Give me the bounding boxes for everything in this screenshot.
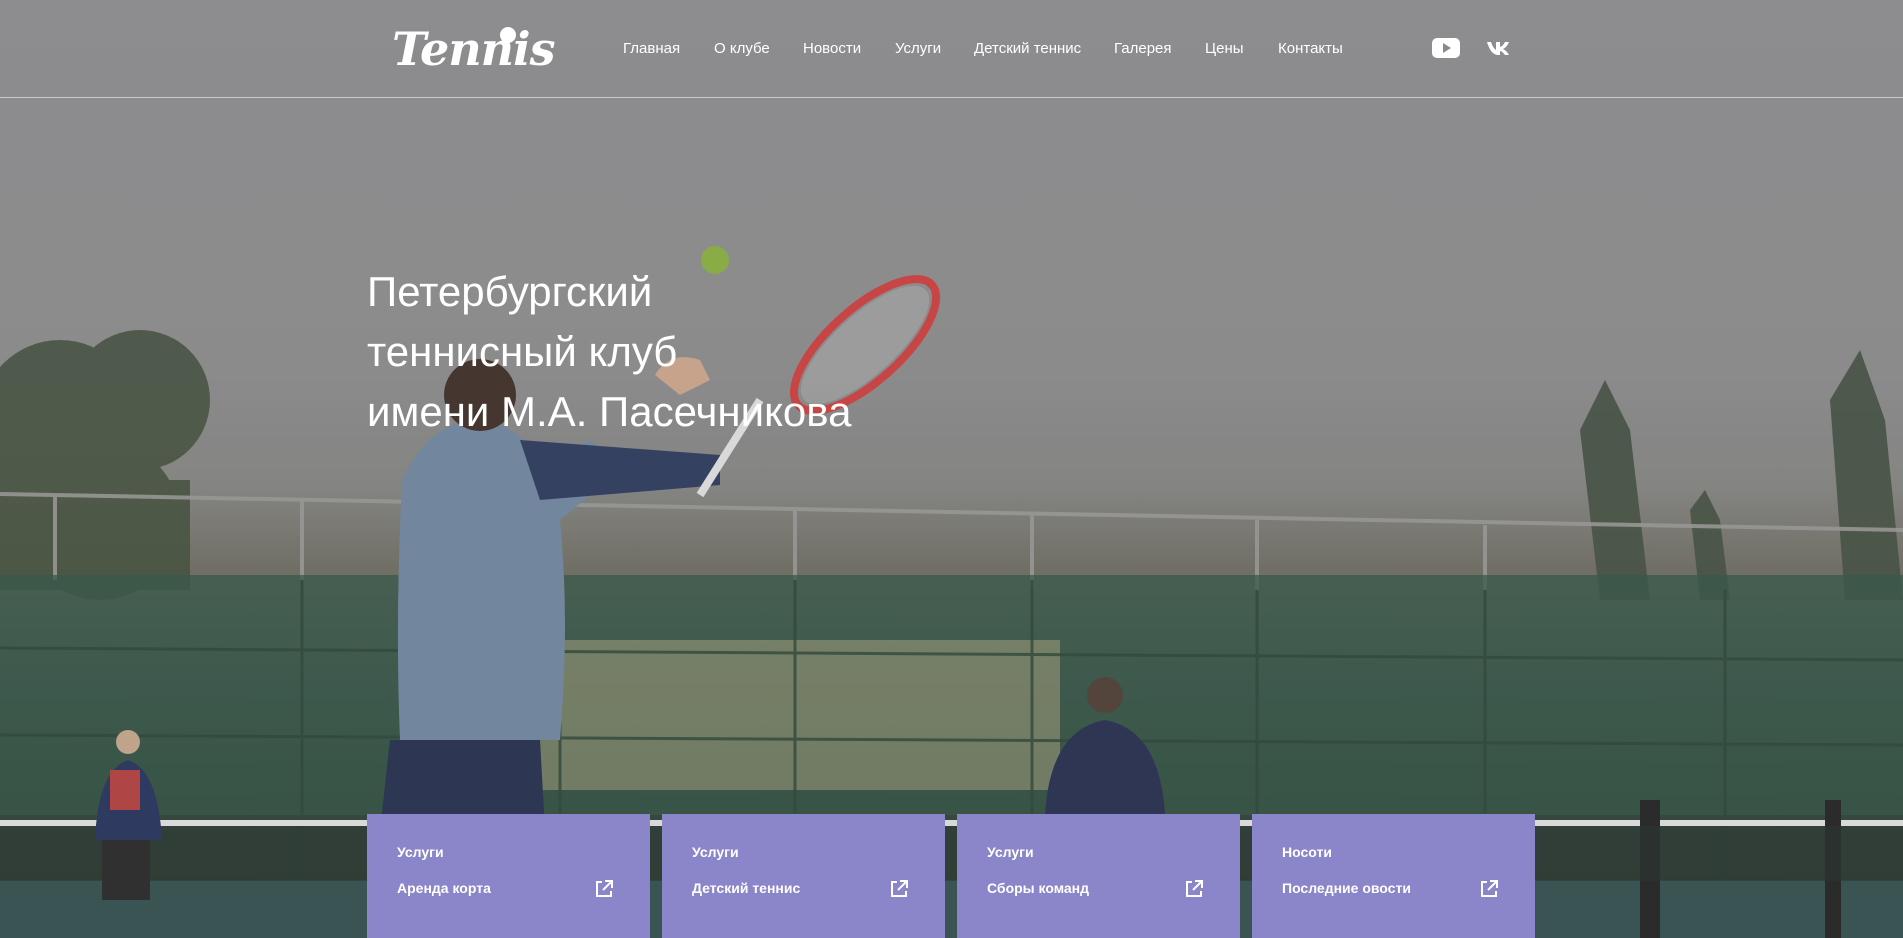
card-latest-news[interactable]: Носоти Последние овости [1252, 814, 1535, 938]
nav-item-kids-tennis[interactable]: Детский теннис [974, 38, 1081, 60]
tennis-ball-icon [500, 27, 516, 43]
site-logo[interactable]: Tennis [392, 22, 555, 76]
hero-photo [0, 0, 1903, 938]
nav-item-about[interactable]: О клубе [714, 38, 770, 60]
external-link-icon [1481, 880, 1498, 897]
hero-title-line: теннисный клуб [367, 328, 678, 375]
card-category: Услуги [987, 844, 1034, 860]
card-court-rental[interactable]: Услуги Аренда корта [367, 814, 650, 938]
card-title: Аренда корта [397, 880, 491, 896]
card-team-camps[interactable]: Услуги Сборы команд [957, 814, 1240, 938]
nav-item-prices[interactable]: Цены [1205, 38, 1244, 60]
card-category: Услуги [692, 844, 739, 860]
overlay [0, 0, 1903, 938]
hero-background [0, 0, 1903, 938]
youtube-icon[interactable] [1432, 36, 1460, 60]
external-link-icon [1186, 880, 1203, 897]
nav-item-home[interactable]: Главная [623, 38, 680, 60]
external-link-icon [891, 880, 908, 897]
nav-item-gallery[interactable]: Галерея [1114, 38, 1172, 60]
logo-text: Tennis [392, 22, 555, 76]
card-kids-tennis[interactable]: Услуги Детский теннис [662, 814, 945, 938]
nav-item-news[interactable]: Новости [803, 38, 861, 60]
nav-item-contacts[interactable]: Контакты [1278, 38, 1343, 60]
site-header: Tennis Главная О клубе Новости Услуги Де… [0, 0, 1903, 98]
card-title: Детский теннис [692, 880, 801, 896]
external-link-icon [596, 880, 613, 897]
nav-item-services[interactable]: Услуги [895, 38, 941, 60]
card-title: Последние овости [1282, 880, 1411, 896]
card-category: Носоти [1282, 844, 1332, 860]
card-title: Сборы команд [987, 880, 1090, 896]
hero-title: Петербургский теннисный клуб имени М.А. … [367, 262, 987, 442]
hero-title-line: имени М.А. Пасечникова [367, 388, 852, 435]
vk-icon[interactable] [1486, 36, 1510, 60]
card-category: Услуги [397, 844, 444, 860]
hero-title-line: Петербургский [367, 268, 653, 315]
